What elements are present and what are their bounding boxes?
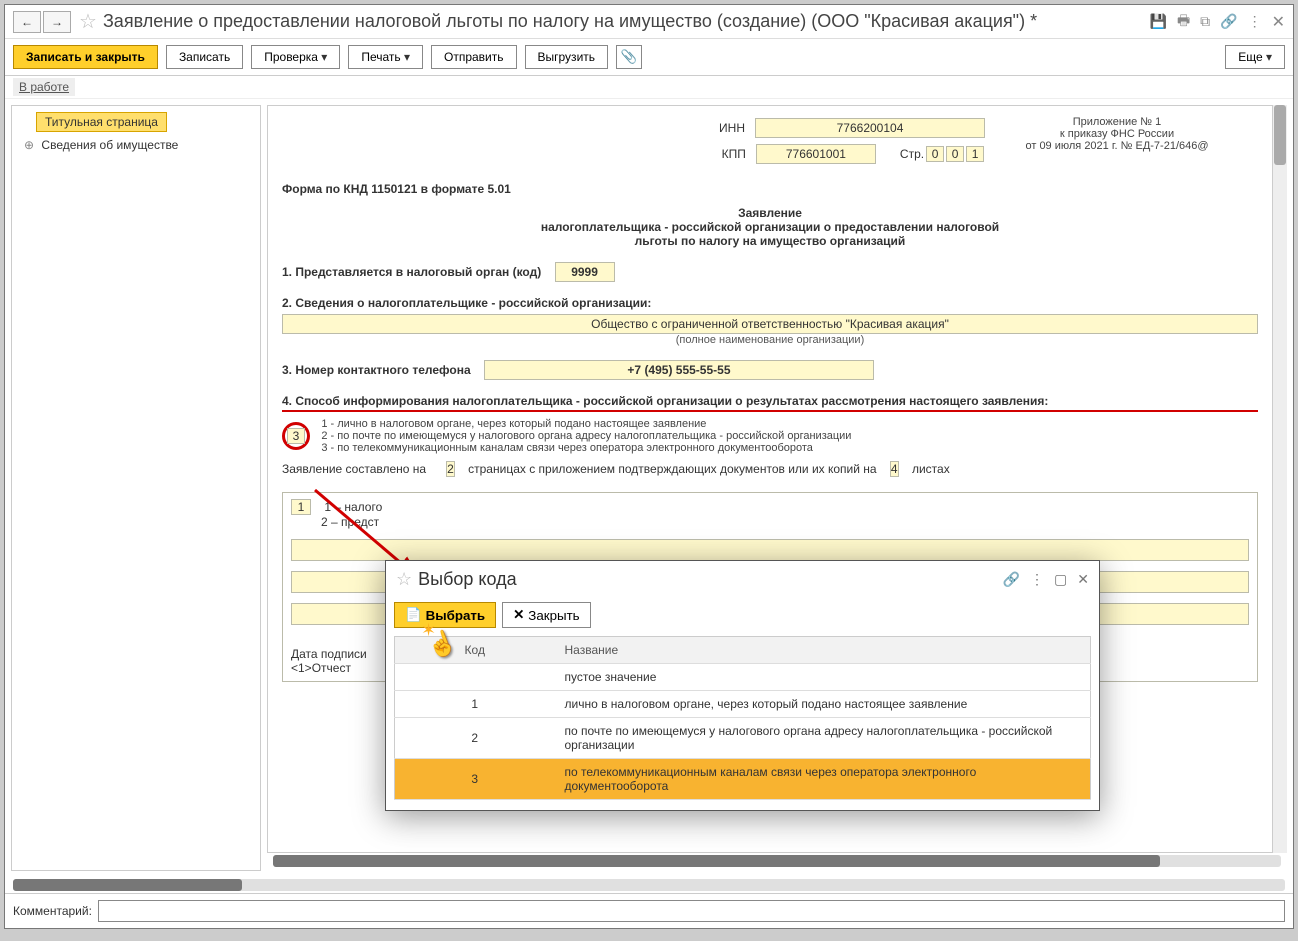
pages-count-input[interactable]: 2 [446, 461, 455, 477]
dialog-star-icon[interactable]: ☆ [396, 569, 412, 590]
form-heading-2: налогоплательщика - российской организац… [282, 220, 1258, 234]
print-icon[interactable]: 🖶 [1177, 10, 1190, 34]
signer-opt2: 2 – предст [321, 515, 379, 529]
page-d3: 1 [966, 146, 984, 162]
back-button[interactable]: ← [13, 11, 41, 33]
table-row-selected[interactable]: 3 по телекоммуникационным каналам связи … [395, 759, 1091, 800]
window-icon[interactable]: ⧉ [1200, 13, 1210, 30]
content-hscroll[interactable] [273, 855, 1281, 869]
dialog-title: Выбор кода [418, 569, 1002, 590]
inn-input[interactable]: 7766200104 [755, 118, 985, 138]
pages-row: Заявление составлено на 2 страницах с пр… [282, 462, 1258, 476]
signer-type-input[interactable]: 1 [291, 499, 311, 515]
footer: Комментарий: [5, 893, 1293, 928]
phone-input[interactable]: +7 (495) 555-55-55 [484, 360, 874, 380]
page-label: Стр. [900, 147, 924, 161]
form-heading-1: Заявление [282, 206, 1258, 220]
way-options: 1 - лично в налоговом органе, через кото… [321, 418, 851, 454]
dialog-close-icon[interactable]: ✕ [1077, 571, 1089, 588]
col-code-header[interactable]: Код [395, 637, 555, 664]
code-table: Код Название пустое значение 1 лично в н… [394, 636, 1091, 800]
section-2: 2. Сведения о налогоплательщике - россий… [282, 296, 1258, 310]
status-link[interactable]: В работе [13, 78, 75, 96]
col-name-header[interactable]: Название [555, 637, 1091, 664]
page-d1: 0 [926, 146, 944, 162]
check-button[interactable]: Проверка [251, 45, 340, 69]
expand-icon[interactable]: ⊕ [24, 138, 34, 152]
org-name-input[interactable]: Общество с ограниченной ответственностью… [282, 314, 1258, 334]
kpp-label: КПП [676, 147, 746, 161]
nav-hscroll[interactable] [13, 879, 1285, 893]
close-icon[interactable]: ✕ [1272, 12, 1285, 32]
table-row[interactable]: 1 лично в налоговом органе, через которы… [395, 691, 1091, 718]
window-title: Заявление о предоставлении налоговой льг… [103, 11, 1150, 32]
save-close-button[interactable]: Записать и закрыть [13, 45, 158, 69]
signer-field-1[interactable] [291, 539, 1249, 561]
kpp-input[interactable]: 776601001 [756, 144, 876, 164]
dialog-menu-icon[interactable]: ⋮ [1030, 571, 1044, 588]
titlebar: ← → ☆ Заявление о предоставлении налогов… [5, 5, 1293, 39]
save-button[interactable]: Записать [166, 45, 243, 69]
code-picker-dialog: ☆ Выбор кода 🔗 ⋮ ▢ ✕ 📄 Выбрать ✕ Закрыть [385, 560, 1100, 811]
app-window: ← → ☆ Заявление о предоставлении налогов… [4, 4, 1294, 929]
dialog-link-icon[interactable]: 🔗 [1003, 571, 1020, 588]
favorite-star-icon[interactable]: ☆ [79, 9, 97, 34]
section-3: 3. Номер контактного телефона +7 (495) 5… [282, 360, 1258, 380]
main-toolbar: Записать и закрыть Записать Проверка Печ… [5, 39, 1293, 76]
nav-pane: Титульная страница ⊕ Сведения об имущест… [11, 105, 261, 871]
form-heading-3: льготы по налогу на имущество организаци… [282, 234, 1258, 248]
appendix-note: Приложение № 1 к приказу ФНС России от 0… [1002, 116, 1232, 152]
menu-dots-icon[interactable]: ⋮ [1248, 13, 1262, 30]
signer-opt1: 1 – налого [324, 500, 382, 514]
table-row[interactable]: пустое значение [395, 664, 1091, 691]
section-1: 1. Представляется в налоговый орган (код… [282, 262, 1258, 282]
sign-date-label: Дата подписи [291, 647, 367, 661]
section-4: 4. Способ информирования налогоплательщи… [282, 394, 1258, 412]
select-list-icon: 📄 [405, 607, 422, 623]
dialog-maximize-icon[interactable]: ▢ [1054, 571, 1067, 588]
table-row[interactable]: 2 по почте по имеющемуся у налогового ор… [395, 718, 1091, 759]
comment-input[interactable] [98, 900, 1285, 922]
status-row: В работе [5, 76, 1293, 99]
export-button[interactable]: Выгрузить [525, 45, 609, 69]
org-name-hint: (полное наименование организации) [282, 334, 1258, 346]
way-code-highlight: 3 [282, 422, 310, 450]
print-button[interactable]: Печать [348, 45, 423, 69]
attachment-button[interactable]: 📎 [616, 45, 642, 69]
nav-property-label: Сведения об имуществе [41, 138, 178, 152]
attachments-count-input[interactable]: 4 [890, 461, 899, 477]
comment-label: Комментарий: [13, 904, 92, 918]
link-icon[interactable]: 🔗 [1220, 13, 1237, 30]
save-icon[interactable]: 💾 [1150, 13, 1167, 30]
content-vscroll[interactable] [1273, 105, 1287, 853]
nav-title-page[interactable]: Титульная страница [36, 112, 167, 132]
page-d2: 0 [946, 146, 964, 162]
close-x-icon: ✕ [513, 607, 524, 623]
dialog-select-button[interactable]: 📄 Выбрать [394, 602, 496, 628]
nav-property-info[interactable]: ⊕ Сведения об имуществе [18, 136, 254, 154]
dialog-close-button[interactable]: ✕ Закрыть [502, 602, 591, 628]
way-code-input[interactable]: 3 [287, 428, 305, 444]
send-button[interactable]: Отправить [431, 45, 517, 69]
knd-code: Форма по КНД 1150121 в формате 5.01 [282, 182, 1258, 196]
sign-note: <1>Отчест [291, 661, 351, 675]
more-button[interactable]: Еще [1225, 45, 1285, 69]
tax-code-input[interactable]: 9999 [555, 262, 615, 282]
inn-label: ИНН [675, 121, 745, 135]
forward-button[interactable]: → [43, 11, 71, 33]
